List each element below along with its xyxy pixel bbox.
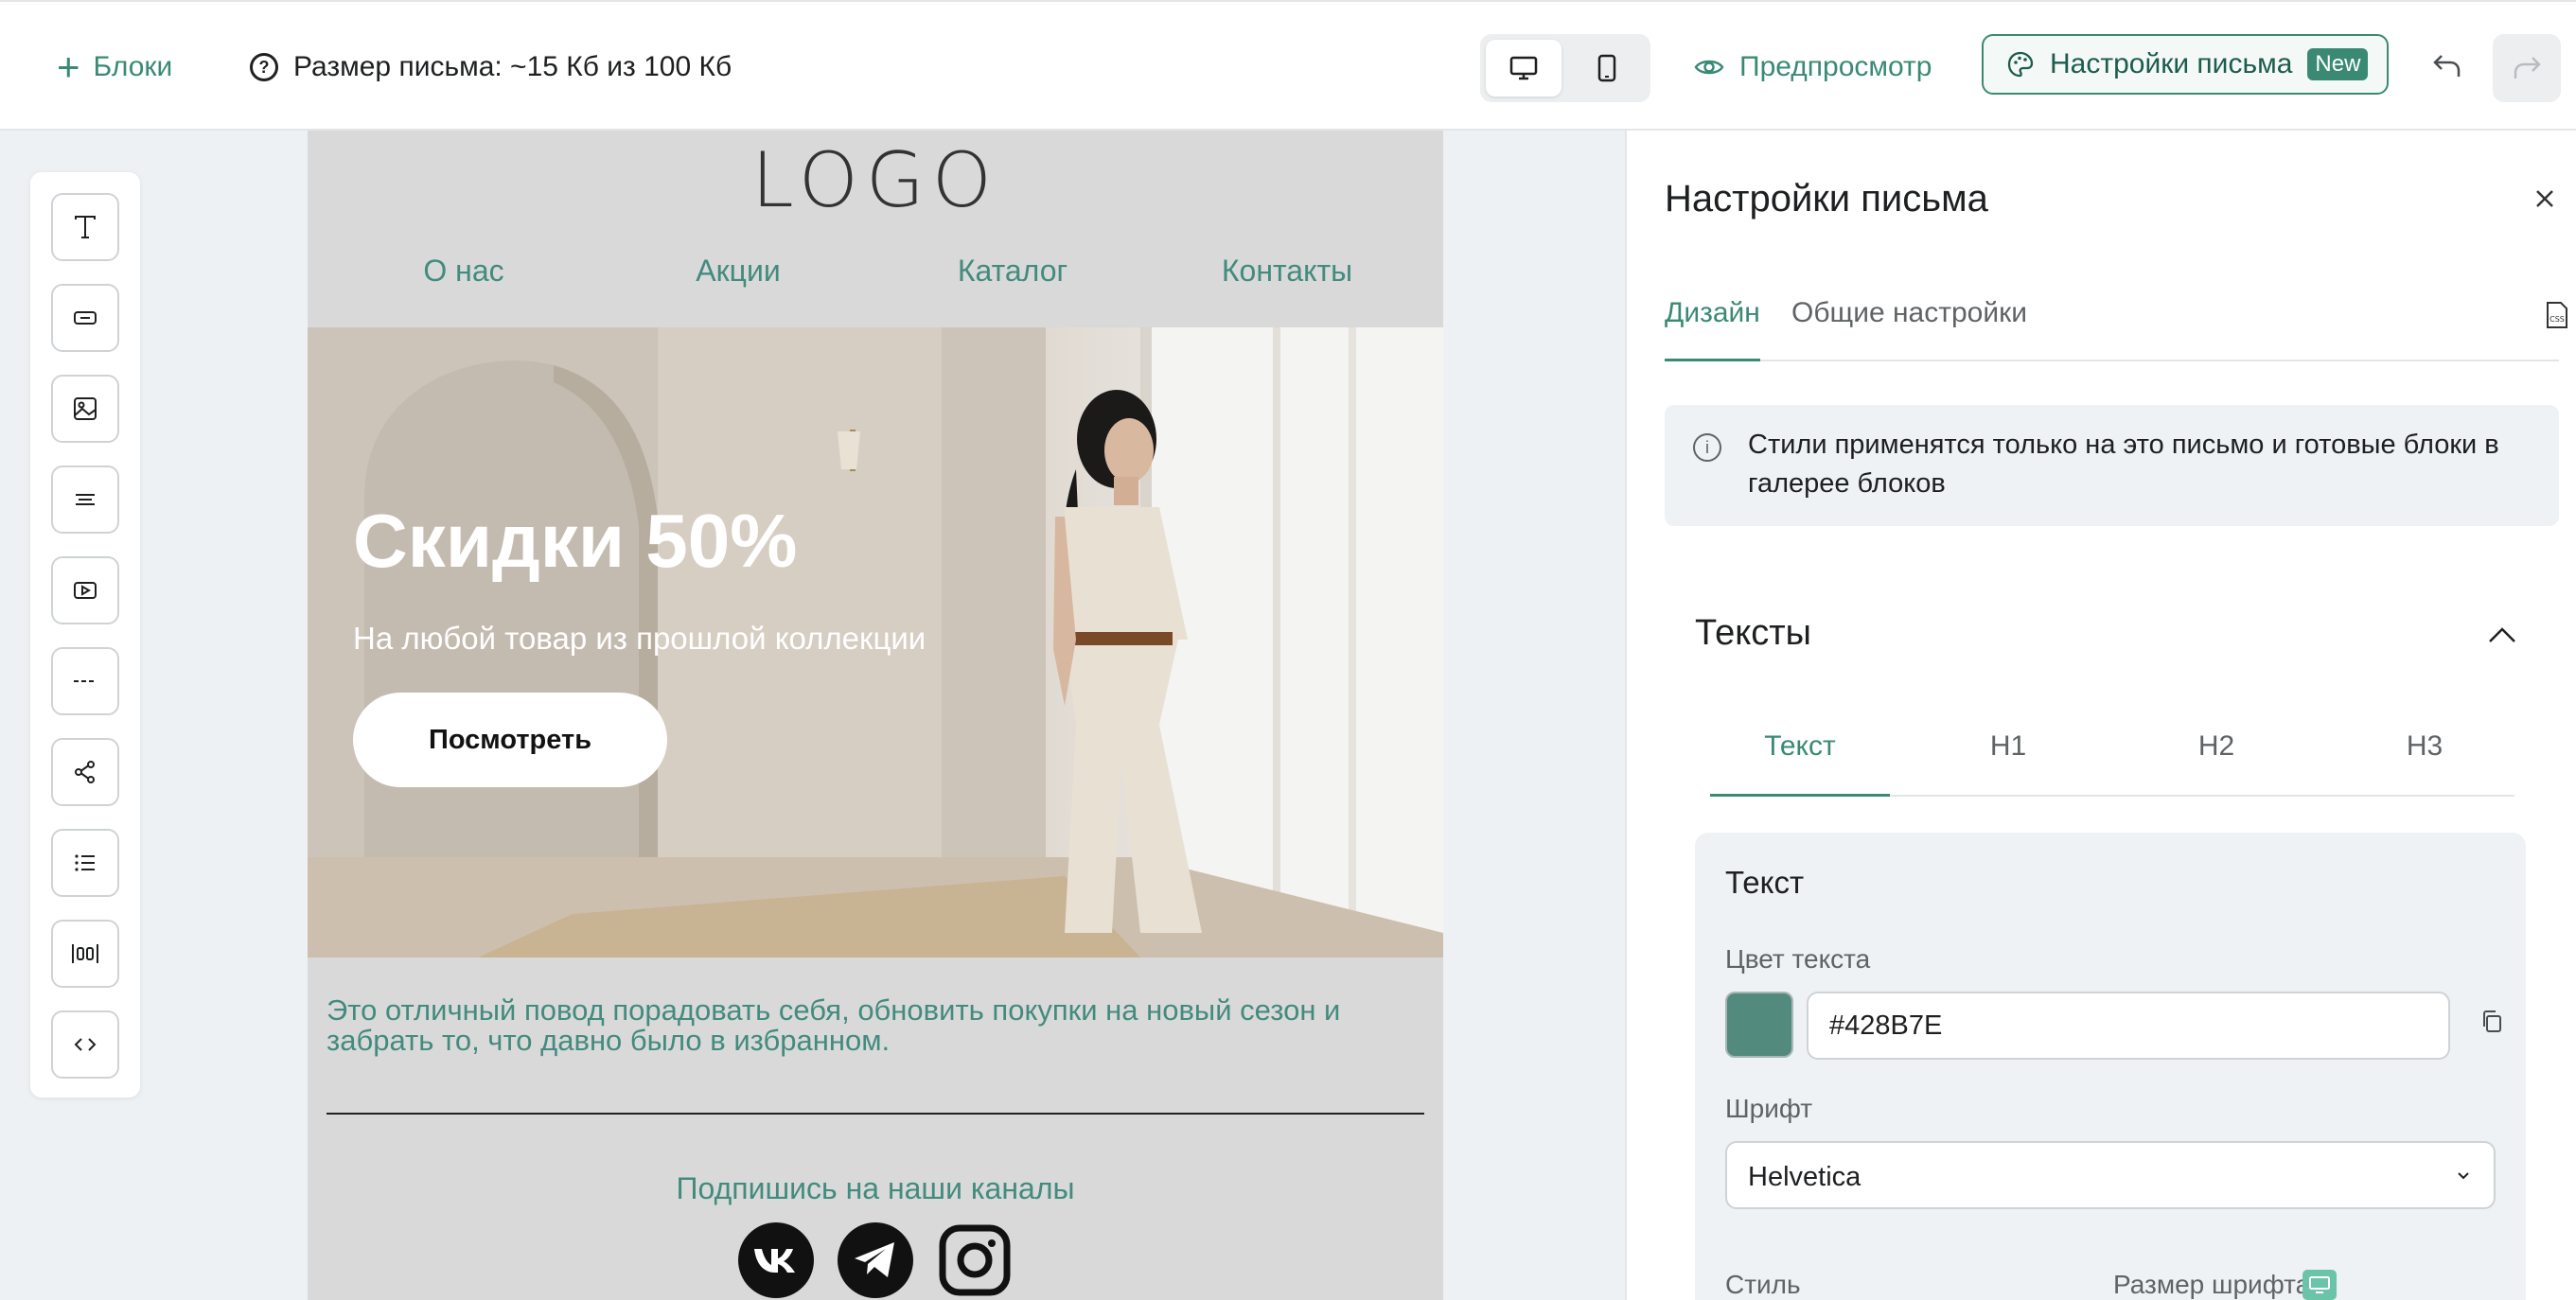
svg-text:CSS: CSS: [2550, 315, 2565, 324]
email-nav-promotions[interactable]: Акции: [601, 254, 875, 289]
monitor-icon: [2309, 1276, 2330, 1293]
info-text: Стили применятся только на это письмо и …: [1748, 430, 2499, 499]
share-tool-button[interactable]: [51, 738, 119, 806]
email-nav-contacts[interactable]: Контакты: [1150, 254, 1424, 289]
divider-tool-button[interactable]: [51, 647, 119, 715]
text-tool-icon: [75, 216, 96, 238]
text-block-tool-icon: [76, 494, 95, 505]
css-icon[interactable]: CSS: [2545, 301, 2569, 334]
texts-section-title[interactable]: Тексты: [1695, 613, 1811, 654]
text-color-input[interactable]: [1807, 992, 2450, 1060]
hero-banner[interactable]: Скидки 50% На любой товар из прошлой кол…: [308, 327, 1443, 957]
subtab-text[interactable]: Текст: [1710, 727, 1890, 797]
undo-button[interactable]: [2419, 38, 2476, 95]
panel-title: Настройки письма: [1665, 178, 1988, 220]
video-tool-button[interactable]: [51, 556, 119, 624]
email-logo[interactable]: LOGO: [308, 136, 1443, 224]
image-tool-icon: [74, 397, 97, 420]
divider-tool-icon: [74, 680, 97, 682]
subtab-h3[interactable]: H3: [2335, 727, 2514, 797]
list-tool-button[interactable]: [51, 829, 119, 897]
close-panel-button[interactable]: [2526, 180, 2564, 218]
plus-icon: +: [57, 44, 80, 89]
text-tool-button[interactable]: [51, 193, 119, 261]
email-size-indicator: ? Размер письма: ~15 Кб из 100 Кб: [250, 44, 732, 91]
text-color-swatch[interactable]: [1725, 992, 1793, 1058]
image-tool-button[interactable]: [51, 375, 119, 443]
instagram-link[interactable]: [937, 1222, 1013, 1298]
redo-button[interactable]: [2493, 34, 2561, 102]
preview-label: Предпросмотр: [1739, 51, 1932, 82]
email-divider[interactable]: [326, 1113, 1424, 1115]
card-title: Текст: [1725, 865, 1805, 900]
button-tool-icon: [74, 311, 97, 325]
tab-design[interactable]: Дизайн: [1665, 291, 1760, 361]
add-blocks-button[interactable]: + Блоки: [57, 44, 172, 91]
telegram-link[interactable]: [838, 1222, 913, 1298]
promo-text[interactable]: Это отличный повод порадовать себя, обно…: [326, 995, 1424, 1056]
redo-icon: [2514, 57, 2541, 79]
copy-icon: [2483, 1010, 2501, 1032]
button-tool-button[interactable]: [51, 284, 119, 352]
columns-tool-icon: [72, 944, 98, 963]
blocks-toolbar: [30, 172, 140, 1098]
undo-icon: [2433, 55, 2461, 77]
add-blocks-label: Блоки: [93, 51, 173, 82]
telegram-icon: [855, 1242, 894, 1277]
email-settings-button[interactable]: Настройки письма New: [1982, 34, 2389, 95]
email-nav: О нас Акции Каталог Контакты: [308, 254, 1443, 310]
font-select-value: Helvetica: [1748, 1162, 1861, 1192]
tab-general-settings[interactable]: Общие настройки: [1791, 291, 2027, 361]
email-nav-about[interactable]: О нас: [326, 254, 601, 289]
device-switcher: [1480, 34, 1650, 102]
help-icon[interactable]: ?: [250, 53, 278, 81]
desktop-icon: [1509, 56, 1538, 80]
style-label: Стиль: [1725, 1270, 1801, 1299]
mobile-view-button[interactable]: [1569, 40, 1645, 97]
info-notice: i Стили применятся только на это письмо …: [1665, 405, 2559, 526]
text-color-label: Цвет текста: [1725, 944, 1871, 974]
share-tool-icon: [75, 761, 95, 783]
close-icon: [2536, 190, 2553, 207]
text-block-tool-button[interactable]: [51, 466, 119, 534]
info-icon: i: [1693, 433, 1721, 462]
eye-icon: [1694, 60, 1724, 75]
font-label: Шрифт: [1725, 1094, 1813, 1123]
code-tool-icon: [74, 1038, 97, 1051]
hero-title[interactable]: Скидки 50%: [353, 498, 797, 585]
columns-tool-button[interactable]: [51, 920, 119, 988]
desktop-size-toggle[interactable]: [2303, 1270, 2337, 1300]
font-select[interactable]: Helvetica: [1725, 1141, 2496, 1209]
email-settings-label: Настройки письма: [2050, 48, 2293, 79]
email-size-label: Размер письма: ~15 Кб из 100 Кб: [293, 51, 732, 82]
preview-button[interactable]: Предпросмотр: [1694, 44, 1932, 91]
text-style-card: Текст Цвет текста Шрифт Helvetica Стиль …: [1695, 833, 2526, 1300]
vk-icon: [754, 1249, 795, 1273]
hero-subtitle[interactable]: На любой товар из прошлой коллекции: [353, 621, 926, 657]
video-tool-icon: [74, 582, 97, 599]
code-tool-button[interactable]: [51, 1010, 119, 1079]
hero-cta-button[interactable]: Посмотреть: [353, 693, 667, 787]
vk-link[interactable]: [738, 1222, 814, 1298]
chevron-up-icon: [2489, 627, 2515, 642]
top-bar: + Блоки ? Размер письма: ~15 Кб из 100 К…: [0, 0, 2576, 131]
desktop-view-button[interactable]: [1486, 40, 1561, 97]
palette-icon: [2007, 51, 2034, 78]
subscribe-text[interactable]: Подпишись на наши каналы: [308, 1171, 1443, 1206]
chevron-down-icon: [2458, 1172, 2469, 1180]
new-badge: New: [2307, 48, 2369, 80]
instagram-icon: [939, 1224, 1011, 1296]
list-tool-icon: [75, 854, 95, 871]
font-size-label: Размер шрифта: [2113, 1270, 2311, 1299]
collapse-section-button[interactable]: [2479, 611, 2526, 659]
text-style-tabs: Текст H1 H2 H3: [1710, 727, 2514, 797]
email-nav-catalog[interactable]: Каталог: [875, 254, 1150, 289]
settings-tabs: Дизайн Общие настройки CSS: [1665, 291, 2567, 361]
subtab-h1[interactable]: H1: [1918, 727, 2098, 797]
mobile-icon: [1597, 54, 1616, 82]
email-canvas[interactable]: LOGO О нас Акции Каталог Контакты Скидки…: [308, 131, 1443, 1300]
email-settings-panel: Настройки письма Дизайн Общие настройки …: [1625, 131, 2576, 1300]
subtab-h2[interactable]: H2: [2126, 727, 2306, 797]
copy-color-button[interactable]: [2473, 1003, 2511, 1041]
